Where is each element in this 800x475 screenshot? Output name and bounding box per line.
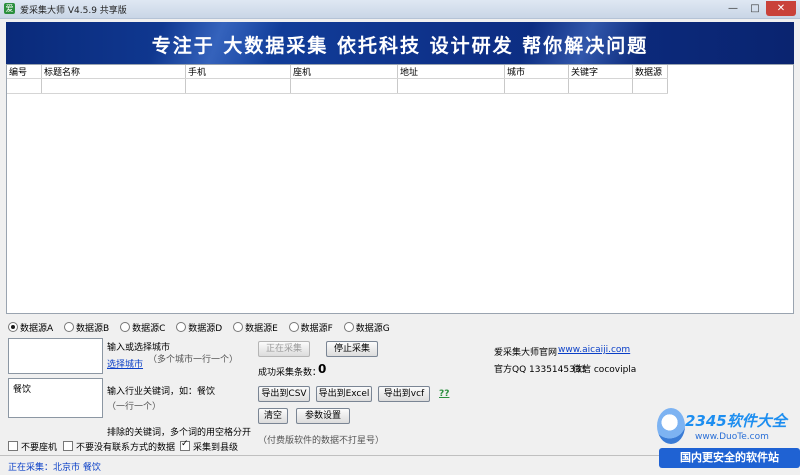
maximize-button[interactable]: □ <box>744 1 766 16</box>
table-cell <box>397 78 505 94</box>
slogan-banner: 专注于 大数据采集 依托科技 设计研发 帮你解决问题 <box>6 22 794 64</box>
radio-source-f[interactable]: 数据源F <box>288 321 333 334</box>
minimize-button[interactable]: — <box>722 1 744 16</box>
radio-label: 数据源C <box>132 324 166 334</box>
column-header-mobile[interactable]: 手机 <box>185 65 291 79</box>
radio-label: 数据源F <box>300 324 333 334</box>
clear-button[interactable]: 清空 <box>258 408 288 424</box>
table-row[interactable] <box>7 78 668 94</box>
export-csv-button[interactable]: 导出到CSV <box>258 386 310 402</box>
banner-slogan: 专注于 大数据采集 依托科技 设计研发 帮你解决问题 <box>151 35 649 57</box>
export-excel-button[interactable]: 导出到Excel <box>316 386 372 402</box>
radio-source-e[interactable]: 数据源E <box>233 321 278 334</box>
radio-source-b[interactable]: 数据源B <box>64 321 109 334</box>
watermark: 2345软件大全 www.DuoTe.com 国内更安全的软件站 <box>655 402 800 474</box>
city-textarea[interactable] <box>8 338 103 374</box>
table-cell <box>504 78 569 94</box>
checkbox-box-icon[interactable] <box>8 441 18 451</box>
watermark-site: www.DuoTe.com <box>695 432 769 442</box>
county-level-checkbox[interactable]: 采集到县级 <box>180 439 239 453</box>
radio-dot-icon[interactable] <box>64 322 75 332</box>
paid-version-note: （付费版软件的数据不打星号） <box>258 436 385 446</box>
column-header-landline[interactable]: 座机 <box>290 65 398 79</box>
radio-dot-icon[interactable] <box>176 322 187 332</box>
radio-dot-icon[interactable] <box>233 322 244 332</box>
collecting-button[interactable]: 正在采集 <box>258 341 310 357</box>
table-cell <box>632 78 668 94</box>
keyword-label: 输入行业关键词，如：餐饮 <box>107 387 216 397</box>
official-site-label: 爱采集大师官网 <box>494 348 558 358</box>
radio-label: 数据源E <box>245 324 278 334</box>
radio-source-a[interactable]: 数据源A <box>8 321 53 334</box>
checkbox-box-icon[interactable] <box>63 441 73 451</box>
city-hint: （多个城市一行一个） <box>148 355 239 365</box>
success-count-value: 0 <box>318 362 327 376</box>
window-title: 爱采集大师 V4.5.9 共享版 <box>20 6 127 16</box>
app-icon: 爱 <box>4 3 15 14</box>
table-cell <box>290 78 398 94</box>
help-link[interactable]: ?? <box>439 389 449 399</box>
no-contact-checkbox[interactable]: 不要没有联系方式的数据 <box>63 440 175 453</box>
column-header-address[interactable]: 地址 <box>397 65 505 79</box>
radio-dot-icon[interactable] <box>288 322 299 332</box>
results-table-area[interactable]: 编号 标题名称 手机 座机 地址 城市 关键字 数据源 <box>6 64 794 314</box>
table-cell <box>7 78 42 94</box>
radio-label: 数据源B <box>76 324 110 334</box>
close-button[interactable]: ✕ <box>766 1 796 16</box>
stop-collect-button[interactable]: 停止采集 <box>326 341 378 357</box>
checkbox-label: 不要座机 <box>21 443 58 453</box>
data-source-group: 数据源A 数据源B 数据源C 数据源D 数据源E 数据源F 数据源G <box>8 321 398 335</box>
watermark-slogan: 国内更安全的软件站 <box>659 448 800 468</box>
column-header-title[interactable]: 标题名称 <box>41 65 186 79</box>
watermark-logo: 2345软件大全 <box>685 412 787 430</box>
table-cell <box>568 78 633 94</box>
column-header-city[interactable]: 城市 <box>504 65 569 79</box>
status-text: 正在采集：北京市 餐饮 <box>8 463 101 473</box>
column-header-keyword[interactable]: 关键字 <box>568 65 633 79</box>
mascot-icon <box>657 408 685 444</box>
select-city-link[interactable]: 选择城市 <box>107 357 143 370</box>
success-count-label: 成功采集条数： <box>258 368 322 378</box>
radio-dot-icon[interactable] <box>8 322 18 332</box>
keyword-hint: （一行一个） <box>107 402 162 412</box>
wechat-info: 微信 cocovipla <box>573 365 637 375</box>
table-cell <box>185 78 291 94</box>
radio-dot-icon[interactable] <box>343 322 354 332</box>
exclude-label: 排除的关键词，多个词的用空格分开 <box>107 428 252 438</box>
radio-source-d[interactable]: 数据源D <box>176 321 222 334</box>
keyword-textarea[interactable]: 餐饮 <box>8 378 103 418</box>
column-header-id[interactable]: 编号 <box>7 65 42 79</box>
checkbox-label: 不要没有联系方式的数据 <box>76 443 176 453</box>
title-bar: 爱 爱采集大师 V4.5.9 共享版 — □ ✕ <box>0 0 800 19</box>
radio-label: 数据源A <box>20 324 54 334</box>
checkbox-checked-icon[interactable] <box>180 439 190 451</box>
radio-dot-icon[interactable] <box>120 322 131 332</box>
no-landline-checkbox[interactable]: 不要座机 <box>8 440 57 453</box>
checkbox-label: 采集到县级 <box>193 443 239 453</box>
export-vcf-button[interactable]: 导出到vcf <box>378 386 430 402</box>
table-header-row: 编号 标题名称 手机 座机 地址 城市 关键字 数据源 <box>7 65 668 79</box>
table-cell <box>41 78 186 94</box>
radio-label: 数据源D <box>188 324 223 334</box>
radio-source-c[interactable]: 数据源C <box>120 321 165 334</box>
settings-button[interactable]: 参数设置 <box>296 408 350 424</box>
official-site-link[interactable]: www.aicaiji.com <box>558 345 630 355</box>
radio-source-g[interactable]: 数据源G <box>343 321 390 334</box>
radio-label: 数据源G <box>355 324 390 334</box>
column-header-source[interactable]: 数据源 <box>632 65 668 79</box>
results-table[interactable]: 编号 标题名称 手机 座机 地址 城市 关键字 数据源 <box>7 65 668 94</box>
